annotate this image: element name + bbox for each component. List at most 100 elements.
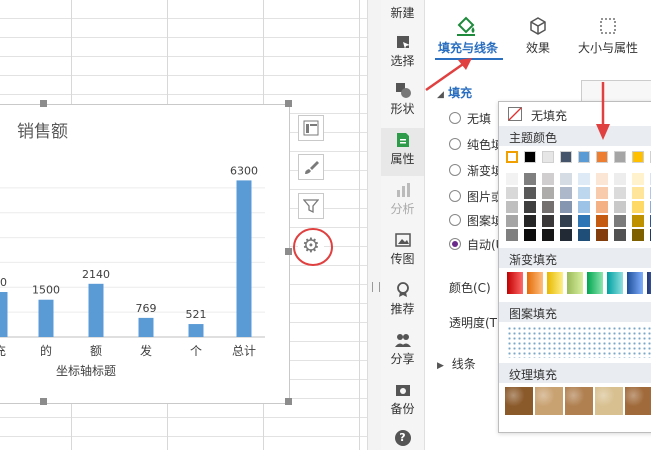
properties-icon <box>396 133 409 147</box>
chart-bar[interactable] <box>138 317 154 337</box>
gradient-swatch[interactable] <box>527 272 543 294</box>
toolbar-help[interactable]: ? <box>381 430 424 446</box>
radio-gradient-fill[interactable] <box>449 164 461 176</box>
theme-shade-swatch[interactable] <box>524 187 536 199</box>
theme-shade-swatch[interactable] <box>632 173 644 185</box>
pattern-swatch-row[interactable] <box>507 326 651 358</box>
theme-shade-swatch[interactable] <box>542 215 554 227</box>
toolbar-analysis[interactable]: 分析 <box>381 182 424 217</box>
theme-shade-swatch[interactable] <box>506 173 518 185</box>
theme-shade-swatch[interactable] <box>542 173 554 185</box>
gradient-swatch[interactable] <box>587 272 603 294</box>
theme-shade-swatch[interactable] <box>632 201 644 213</box>
texture-swatch[interactable] <box>505 387 533 415</box>
theme-shade-swatch[interactable] <box>560 187 572 199</box>
theme-shade-swatch[interactable] <box>506 201 518 213</box>
chart-bar[interactable] <box>88 283 104 337</box>
toolbar-recommend[interactable]: 推荐 <box>381 282 424 317</box>
toolbar-select[interactable]: 选择 <box>381 34 424 69</box>
theme-color-swatch[interactable] <box>506 151 518 163</box>
theme-shade-swatch[interactable] <box>506 187 518 199</box>
fill-section-header[interactable]: ◢ 填充 <box>437 84 472 101</box>
gradient-swatch[interactable] <box>507 272 523 294</box>
theme-shade-swatch[interactable] <box>578 229 590 241</box>
theme-color-swatch[interactable] <box>614 151 626 163</box>
line-section-header[interactable]: ▶ 线条 <box>437 355 476 372</box>
theme-color-swatch[interactable] <box>560 151 572 163</box>
theme-shade-swatch[interactable] <box>614 229 626 241</box>
theme-shade-swatch[interactable] <box>596 187 608 199</box>
tab-size-and-properties[interactable]: 大小与属性 <box>578 39 638 56</box>
texture-swatch[interactable] <box>565 387 593 415</box>
theme-shade-swatch[interactable] <box>614 173 626 185</box>
texture-swatch[interactable] <box>595 387 623 415</box>
theme-shade-swatch[interactable] <box>542 187 554 199</box>
toolbar-share[interactable]: 分享 <box>381 332 424 367</box>
chart-bar[interactable] <box>236 180 252 337</box>
chart-bar[interactable] <box>38 299 54 337</box>
theme-shade-swatch[interactable] <box>524 201 536 213</box>
theme-shade-swatch[interactable] <box>524 173 536 185</box>
theme-shade-swatch[interactable] <box>524 215 536 227</box>
theme-shade-swatch[interactable] <box>542 229 554 241</box>
radio-pattern-fill[interactable] <box>449 214 461 226</box>
theme-shade-swatch[interactable] <box>632 215 644 227</box>
gradient-swatch[interactable] <box>627 272 643 294</box>
no-fill-option[interactable]: 无填充 <box>531 107 567 124</box>
toolbar-upload-image[interactable]: 传图 <box>381 232 424 267</box>
theme-shade-swatch[interactable] <box>560 215 572 227</box>
toolbar-backup[interactable]: 备份 <box>381 382 424 417</box>
theme-shade-swatch[interactable] <box>632 229 644 241</box>
chart-resize-handle[interactable] <box>40 100 47 107</box>
theme-color-swatch[interactable] <box>632 151 644 163</box>
chart-bar[interactable] <box>0 292 8 337</box>
theme-shade-swatch[interactable] <box>596 201 608 213</box>
radio-solid-fill[interactable] <box>449 138 461 150</box>
theme-color-swatch[interactable] <box>524 151 536 163</box>
chart-filter-button[interactable] <box>298 193 324 219</box>
theme-shade-swatch[interactable] <box>578 201 590 213</box>
theme-shade-swatch[interactable] <box>560 201 572 213</box>
axis-title[interactable]: 坐标轴标题 <box>56 363 116 378</box>
theme-shade-swatch[interactable] <box>614 215 626 227</box>
toolbar-new[interactable]: 新建 <box>381 4 424 21</box>
chart-elements-button[interactable] <box>298 115 324 141</box>
chart-resize-handle[interactable] <box>285 100 292 107</box>
theme-shade-swatch[interactable] <box>578 173 590 185</box>
theme-color-swatch[interactable] <box>578 151 590 163</box>
theme-shade-swatch[interactable] <box>506 229 518 241</box>
chart-resize-handle[interactable] <box>40 398 47 405</box>
theme-shade-swatch[interactable] <box>578 215 590 227</box>
chart-object[interactable]: 销售额 10充1500的2140额769发521个6300总计坐标轴标题 <box>0 104 290 404</box>
gradient-swatch[interactable] <box>547 272 563 294</box>
pane-splitter[interactable] <box>367 0 382 450</box>
chart-resize-handle[interactable] <box>285 398 292 405</box>
toolbar-properties[interactable]: 属性 <box>381 128 424 176</box>
theme-shade-swatch[interactable] <box>596 215 608 227</box>
theme-shade-swatch[interactable] <box>596 229 608 241</box>
theme-shade-swatch[interactable] <box>524 229 536 241</box>
theme-color-swatch[interactable] <box>596 151 608 163</box>
theme-color-swatch[interactable] <box>542 151 554 163</box>
radio-picture-fill[interactable] <box>449 190 461 202</box>
theme-shade-swatch[interactable] <box>542 201 554 213</box>
theme-shade-swatch[interactable] <box>614 201 626 213</box>
theme-shade-swatch[interactable] <box>506 215 518 227</box>
theme-shade-swatch[interactable] <box>632 187 644 199</box>
texture-swatch[interactable] <box>535 387 563 415</box>
radio-auto-fill[interactable] <box>449 238 461 250</box>
chart-bar[interactable] <box>188 324 204 337</box>
theme-shade-swatch[interactable] <box>614 187 626 199</box>
gradient-swatch[interactable] <box>647 272 651 294</box>
chart-style-button[interactable] <box>298 154 324 180</box>
gradient-swatch[interactable] <box>567 272 583 294</box>
theme-shade-swatch[interactable] <box>560 229 572 241</box>
theme-shade-swatch[interactable] <box>596 173 608 185</box>
tab-effects[interactable]: 效果 <box>526 39 550 56</box>
theme-shade-swatch[interactable] <box>578 187 590 199</box>
theme-shade-swatch[interactable] <box>560 173 572 185</box>
gradient-swatch[interactable] <box>607 272 623 294</box>
texture-swatch[interactable] <box>625 387 651 415</box>
radio-no-fill[interactable] <box>449 112 461 124</box>
toolbar-shape[interactable]: 形状 <box>381 82 424 117</box>
